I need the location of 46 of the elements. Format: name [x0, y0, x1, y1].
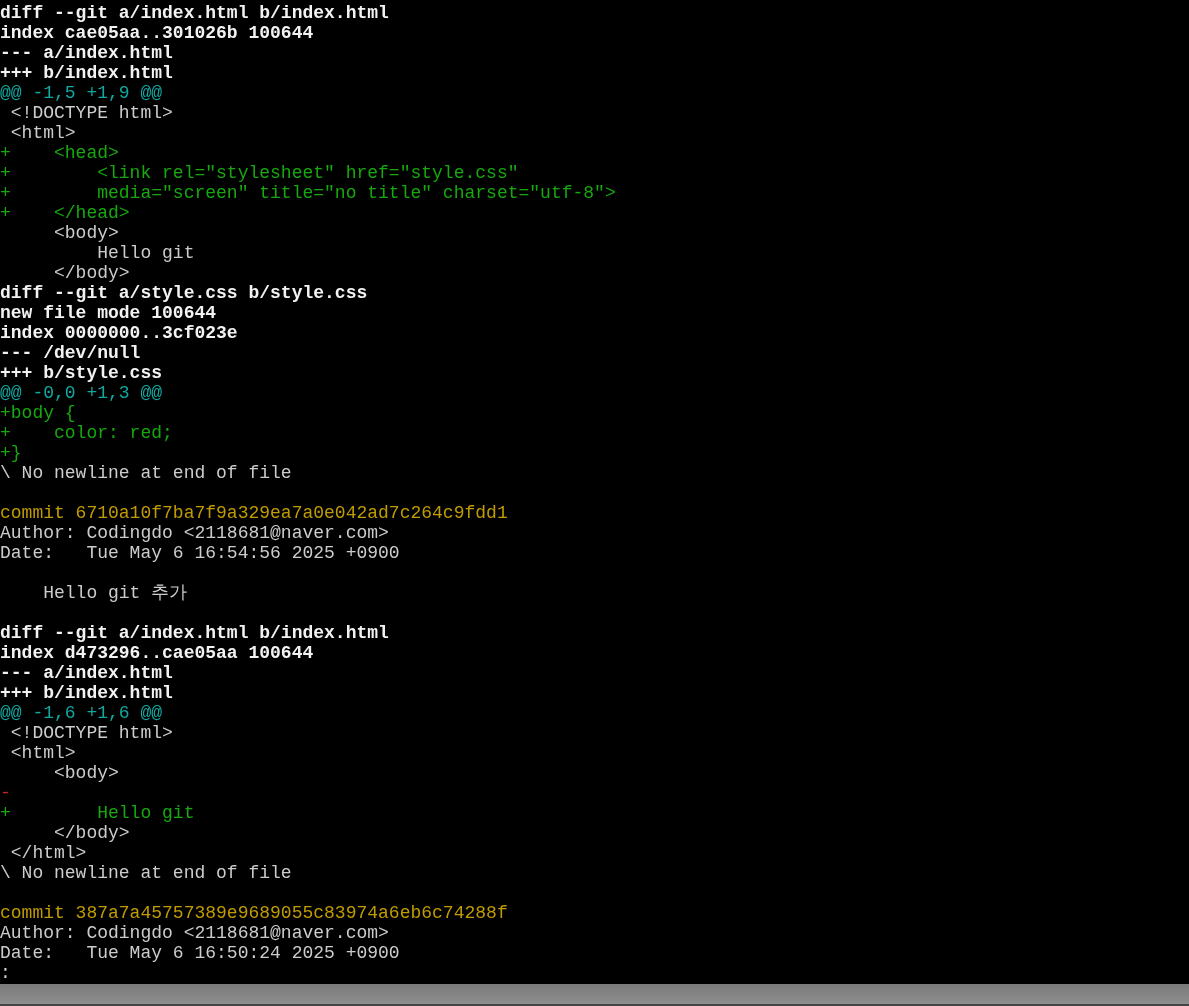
context-line: <!DOCTYPE html>	[9, 723, 173, 743]
added-line: + <head>	[0, 143, 119, 163]
context-line: Hello git	[96, 243, 195, 263]
added-line: + Hello git	[0, 803, 195, 823]
diff-header-line: diff --git a/style.css b/style.css	[0, 283, 368, 303]
commit-hash-line: commit 387a7a45757389e9689055c83974a6eb6c74288f	[0, 903, 508, 923]
diff-header-line: new file mode 100644	[0, 303, 217, 323]
context-line: Date: Tue May 6 16:50:24 2025 +0900	[0, 943, 400, 963]
horizontal-scrollbar[interactable]	[0, 984, 1189, 1006]
diff-header-line: index 0000000..3cf023e	[0, 323, 238, 343]
added-line: +body {	[0, 403, 76, 423]
hunk-header-line: @@ -1,5 +1,9 @@	[0, 83, 163, 103]
diff-header-line: diff --git a/index.html b/index.html	[0, 623, 389, 643]
removed-line: -	[0, 783, 11, 803]
commit-hash-line: commit 6710a10f7ba7f9a329ea7a0e042ad7c264c9fdd1	[0, 503, 508, 523]
diff-header-line: --- a/index.html	[0, 663, 173, 683]
diff-header-line: --- /dev/null	[0, 343, 141, 363]
added-line: + </head>	[0, 203, 130, 223]
pager-prompt: :	[0, 963, 11, 983]
diff-header-line: +++ b/index.html	[0, 683, 173, 703]
context-line: Date: Tue May 6 16:54:56 2025 +0900	[0, 543, 400, 563]
context-line: Hello git 추가	[42, 583, 188, 603]
diff-header-line: index cae05aa..301026b 100644	[0, 23, 314, 43]
diff-header-line: diff --git a/index.html b/index.html	[0, 3, 389, 23]
added-line: +}	[0, 443, 22, 463]
context-line: <html>	[9, 123, 76, 143]
hunk-header-line: @@ -1,6 +1,6 @@	[0, 703, 163, 723]
context-line: <body>	[53, 223, 119, 243]
added-line: + color: red;	[0, 423, 173, 443]
context-line: \ No newline at end of file	[0, 863, 292, 883]
diff-header-line: +++ b/index.html	[0, 63, 173, 83]
context-line: </html>	[9, 843, 87, 863]
hunk-header-line: @@ -0,0 +1,3 @@	[0, 383, 163, 403]
context-line: <html>	[9, 743, 76, 763]
context-line: Author: Codingdo <2118681@naver.com>	[0, 923, 389, 943]
diff-header-line: --- a/index.html	[0, 43, 173, 63]
diff-header-line: index d473296..cae05aa 100644	[0, 643, 314, 663]
context-line: Author: Codingdo <2118681@naver.com>	[0, 523, 389, 543]
added-line: + <link rel="stylesheet" href="style.css"	[0, 163, 519, 183]
context-line: <body>	[53, 763, 119, 783]
diff-header-line: +++ b/style.css	[0, 363, 163, 383]
added-line: + media="screen" title="no title" charset="utf-8">	[0, 183, 616, 203]
context-line: </body>	[53, 823, 130, 843]
context-line: \ No newline at end of file	[0, 463, 292, 483]
context-line: <!DOCTYPE html>	[9, 103, 173, 123]
context-line: </body>	[53, 263, 130, 283]
